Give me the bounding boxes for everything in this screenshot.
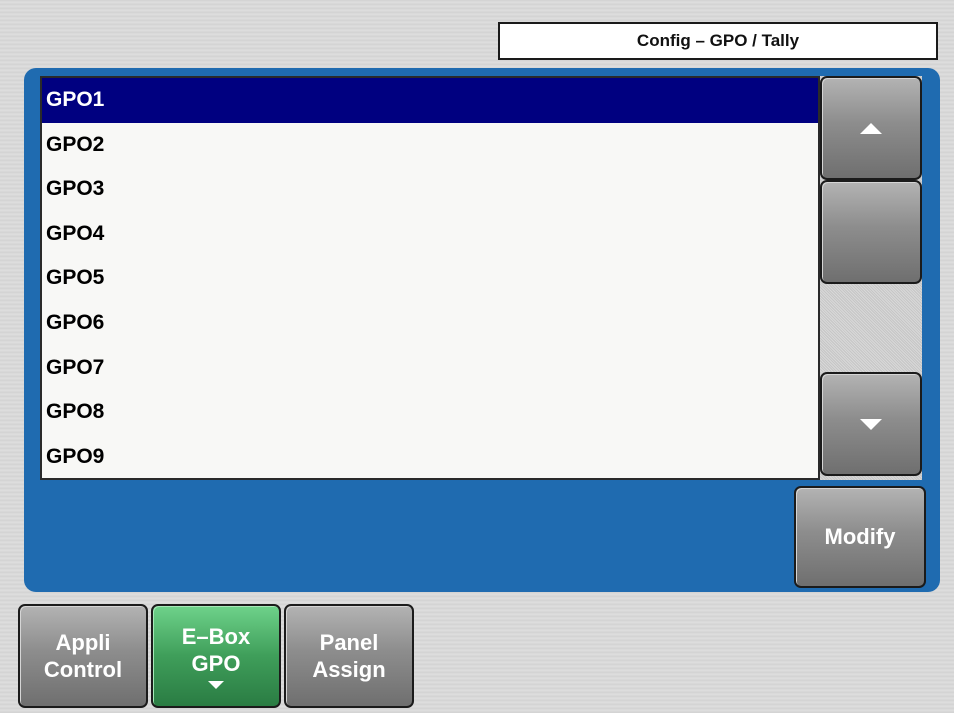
list-item-gpo6[interactable]: GPO6 <box>42 301 818 346</box>
tab-label-line2: Control <box>43 657 123 682</box>
tab-label-line1: E–Box <box>181 624 251 649</box>
list-item-gpo2[interactable]: GPO2 <box>42 123 818 168</box>
gpo-list: GPO1 GPO2 GPO3 GPO4 GPO5 GPO6 GPO7 GPO8 … <box>40 76 820 480</box>
list-item-gpo4[interactable]: GPO4 <box>42 212 818 257</box>
tab-label-line1: Appli <box>55 630 111 655</box>
scroll-down-button[interactable] <box>820 372 922 476</box>
list-item-gpo8[interactable]: GPO8 <box>42 390 818 435</box>
list-item-gpo1[interactable]: GPO1 <box>42 78 818 123</box>
tab-panel-assign[interactable]: Panel Assign <box>284 604 414 708</box>
scroll-up-button[interactable] <box>820 76 922 180</box>
triangle-down-icon <box>860 418 882 430</box>
tab-ebox-gpo[interactable]: E–Box GPO <box>151 604 281 708</box>
list-item-gpo5[interactable]: GPO5 <box>42 256 818 301</box>
list-item-gpo3[interactable]: GPO3 <box>42 167 818 212</box>
tab-label-line2: Assign <box>312 657 386 682</box>
tab-appli-control[interactable]: Appli Control <box>18 604 148 708</box>
tab-label-line2: GPO <box>191 651 241 676</box>
dropdown-arrow-icon <box>208 681 224 689</box>
triangle-up-icon <box>860 122 882 134</box>
list-item-gpo9[interactable]: GPO9 <box>42 435 818 478</box>
tab-label-line1: Panel <box>319 630 379 655</box>
modify-button[interactable]: Modify <box>794 486 926 588</box>
list-item-gpo7[interactable]: GPO7 <box>42 346 818 391</box>
scrollbar-thumb[interactable] <box>820 180 922 284</box>
page-title: Config – GPO / Tally <box>498 22 938 60</box>
